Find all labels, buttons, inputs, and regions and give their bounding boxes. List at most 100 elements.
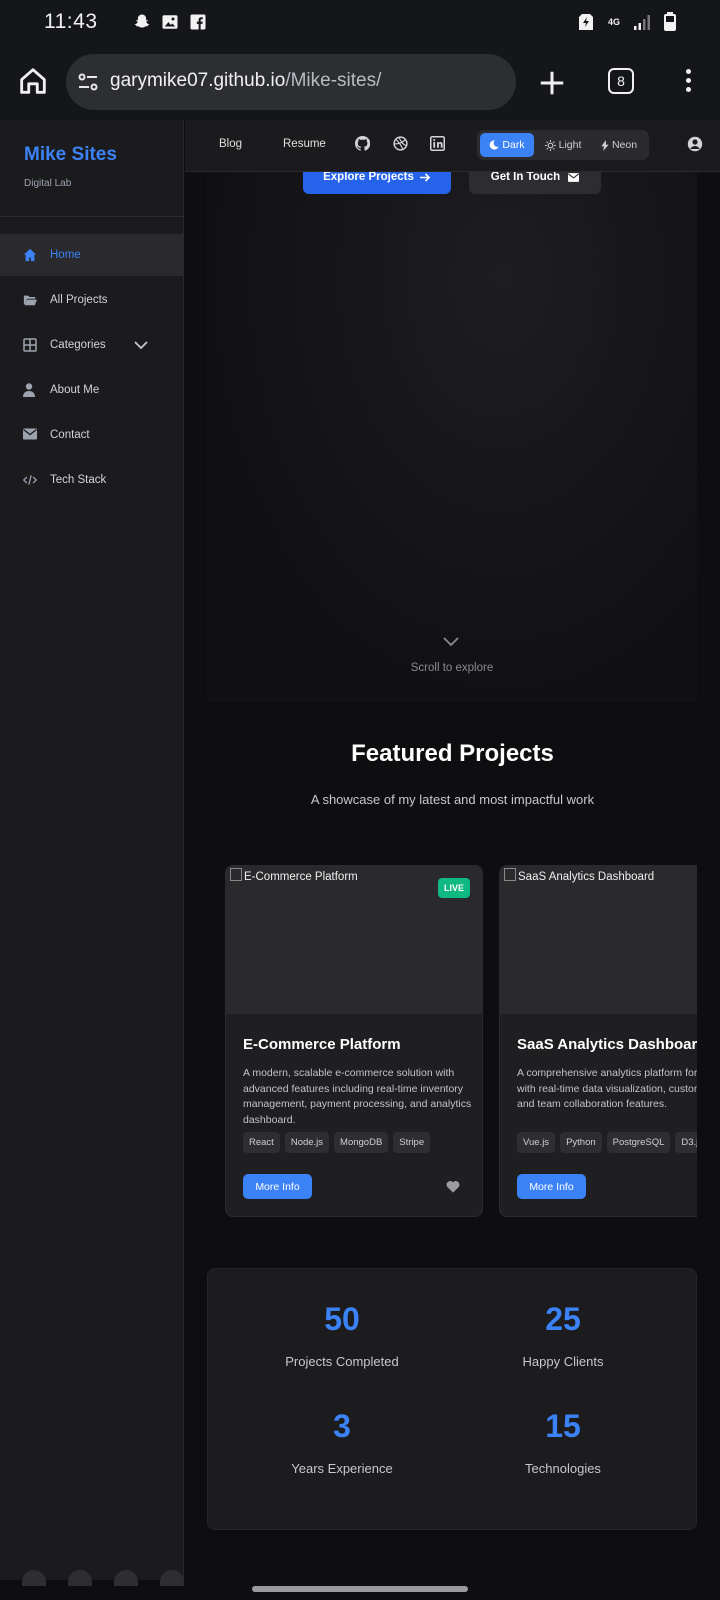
stat-value: 15 bbox=[545, 1408, 581, 1444]
featured-subtitle: A showcase of my latest and most impactf… bbox=[310, 792, 595, 807]
envelope-icon bbox=[23, 428, 37, 442]
chevron-down-icon[interactable] bbox=[443, 634, 459, 647]
nav-link-blog[interactable]: Blog bbox=[219, 138, 242, 150]
grid-icon bbox=[23, 338, 37, 352]
nav-link-resume[interactable]: Resume bbox=[283, 138, 326, 150]
projects-carousel[interactable]: E-Commerce Platform LIVE E-Commerce Plat… bbox=[207, 860, 697, 1220]
sidebar: Mike Sites Digital Lab Home All Projects… bbox=[0, 120, 184, 1586]
heart-icon[interactable] bbox=[446, 1180, 460, 1193]
envelope-icon bbox=[568, 172, 580, 182]
tech-tag: Stripe bbox=[393, 1132, 431, 1153]
image-alt-text: E-Commerce Platform bbox=[230, 868, 358, 883]
hero-background bbox=[207, 172, 697, 702]
social-linkedin-icon[interactable] bbox=[68, 1570, 92, 1586]
dribbble-icon[interactable] bbox=[393, 136, 408, 151]
sidebar-item-label: About Me bbox=[50, 384, 100, 396]
social-dribbble-icon[interactable] bbox=[114, 1570, 138, 1586]
more-info-button[interactable]: More Info bbox=[243, 1174, 312, 1199]
snapchat-icon bbox=[132, 12, 152, 32]
theme-neon-button[interactable]: Neon bbox=[592, 133, 646, 157]
stat-technologies: 15 Technologies bbox=[463, 1408, 663, 1476]
signal-icon bbox=[632, 12, 652, 32]
plus-icon bbox=[540, 71, 564, 95]
explore-projects-button[interactable]: Explore Projects bbox=[303, 172, 451, 194]
stat-value: 50 bbox=[324, 1301, 360, 1337]
data-saver-icon bbox=[576, 12, 596, 32]
folder-open-icon bbox=[23, 293, 37, 307]
social-twitter-icon[interactable] bbox=[160, 1570, 184, 1586]
sidebar-item-home[interactable]: Home bbox=[0, 234, 184, 276]
stat-label: Years Experience bbox=[291, 1461, 393, 1476]
sidebar-item-tech-stack[interactable]: Tech Stack bbox=[0, 459, 184, 501]
tech-tag: Node.js bbox=[284, 1132, 330, 1153]
stat-label: Happy Clients bbox=[522, 1354, 604, 1369]
tech-tags: Vue.js Python PostgreSQL D3.js bbox=[517, 1132, 697, 1153]
brand-tagline: Digital Lab bbox=[24, 178, 72, 189]
featured-title: Featured Projects bbox=[351, 740, 554, 767]
project-image: SaaS Analytics Dashboard bbox=[500, 866, 697, 1014]
site-settings-icon[interactable] bbox=[76, 70, 100, 94]
address-bar[interactable]: garymike07.github.io/Mike-sites/ bbox=[66, 54, 516, 110]
network-4g-icon: 4G bbox=[607, 16, 620, 27]
project-card[interactable]: E-Commerce Platform LIVE E-Commerce Plat… bbox=[225, 865, 483, 1217]
moon-icon bbox=[490, 140, 499, 150]
tech-tag: D3.js bbox=[675, 1132, 697, 1153]
theme-light-button[interactable]: Light bbox=[537, 133, 589, 157]
user-icon bbox=[23, 383, 37, 397]
sidebar-divider bbox=[0, 216, 184, 217]
user-account-icon[interactable] bbox=[687, 136, 703, 152]
sun-icon bbox=[544, 139, 556, 151]
chevron-down-icon[interactable] bbox=[134, 339, 148, 351]
sidebar-item-label: Home bbox=[50, 249, 81, 261]
stat-value: 3 bbox=[333, 1408, 351, 1444]
status-time: 11:43 bbox=[44, 10, 98, 33]
gesture-home-bar[interactable] bbox=[252, 1586, 468, 1592]
project-title[interactable]: SaaS Analytics Dashboard bbox=[517, 1036, 697, 1053]
stat-label: Technologies bbox=[525, 1461, 601, 1476]
project-card[interactable]: SaaS Analytics Dashboard SaaS Analytics … bbox=[499, 865, 697, 1217]
social-github-icon[interactable] bbox=[22, 1570, 46, 1586]
project-title[interactable]: E-Commerce Platform bbox=[243, 1036, 401, 1053]
hero-section: Explore Projects Get In Touch Scroll to … bbox=[207, 172, 697, 702]
sidebar-item-all-projects[interactable]: All Projects bbox=[0, 279, 184, 321]
battery-icon bbox=[660, 12, 680, 32]
github-icon[interactable] bbox=[354, 135, 371, 151]
browser-menu-icon[interactable] bbox=[682, 66, 694, 100]
tech-tag: Python bbox=[560, 1132, 602, 1153]
new-tab-button[interactable] bbox=[537, 68, 567, 98]
status-badge: LIVE bbox=[437, 878, 470, 898]
sidebar-item-contact[interactable]: Contact bbox=[0, 414, 184, 456]
sidebar-item-about-me[interactable]: About Me bbox=[0, 369, 184, 411]
sidebar-item-label: All Projects bbox=[50, 294, 108, 306]
stat-label: Projects Completed bbox=[285, 1354, 399, 1369]
sidebar-item-label: Tech Stack bbox=[50, 474, 107, 486]
project-image: E-Commerce Platform LIVE bbox=[226, 866, 482, 1014]
bolt-icon bbox=[601, 139, 609, 151]
tab-switcher-button[interactable]: 8 bbox=[608, 68, 634, 94]
browser-home-button[interactable] bbox=[16, 64, 54, 102]
sidebar-nav: Home All Projects Categories About Me Co… bbox=[0, 234, 184, 504]
stat-projects-completed: 50 Projects Completed bbox=[242, 1301, 442, 1369]
stat-years-experience: 3 Years Experience bbox=[242, 1408, 442, 1476]
linkedin-icon[interactable] bbox=[430, 136, 445, 151]
tech-tag: Vue.js bbox=[517, 1132, 556, 1153]
home-icon bbox=[20, 68, 46, 94]
stats-panel: 50 Projects Completed 25 Happy Clients 3… bbox=[207, 1268, 697, 1530]
theme-switcher: Dark Light Neon bbox=[477, 130, 649, 160]
more-info-button[interactable]: More Info bbox=[517, 1174, 586, 1199]
brand-name[interactable]: Mike Sites bbox=[24, 144, 117, 166]
theme-dark-button[interactable]: Dark bbox=[480, 133, 534, 157]
scroll-hint: Scroll to explore bbox=[410, 662, 494, 674]
status-bar: 11:43 4G bbox=[0, 0, 720, 48]
url-text[interactable]: garymike07.github.io/Mike-sites/ bbox=[110, 70, 381, 92]
tech-tags: React Node.js MongoDB Stripe bbox=[243, 1132, 431, 1153]
site-header: Blog Resume Dark Light Neon bbox=[185, 120, 720, 172]
stat-happy-clients: 25 Happy Clients bbox=[463, 1301, 663, 1369]
tech-tag: React bbox=[243, 1132, 280, 1153]
sidebar-social-links bbox=[22, 1570, 184, 1586]
stat-value: 25 bbox=[545, 1301, 581, 1337]
sidebar-item-label: Contact bbox=[50, 429, 90, 441]
project-description: A modern, scalable e-commerce solution w… bbox=[243, 1067, 472, 1126]
sidebar-item-categories[interactable]: Categories bbox=[0, 324, 184, 366]
get-in-touch-button[interactable]: Get In Touch bbox=[469, 172, 601, 194]
